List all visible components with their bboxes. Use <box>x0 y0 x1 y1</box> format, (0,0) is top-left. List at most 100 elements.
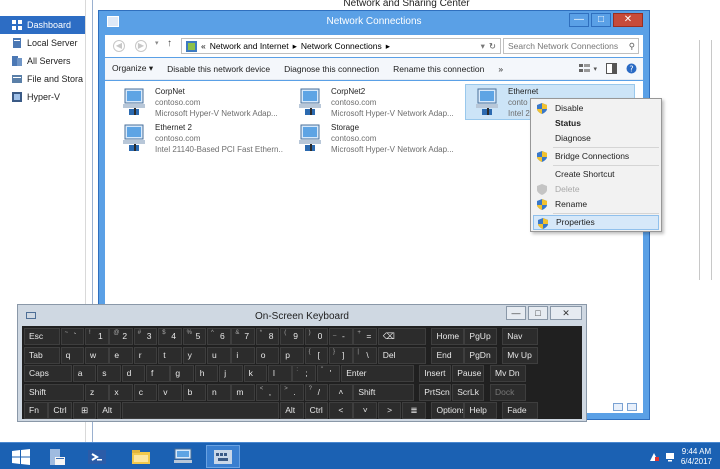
key-esc[interactable]: Esc <box>24 328 60 345</box>
key-mvup[interactable]: Mv Up <box>502 346 539 364</box>
menu-item-rename[interactable]: Rename <box>533 197 659 212</box>
key-o[interactable]: o <box>255 346 280 364</box>
disable-device-button[interactable]: Disable this network device <box>160 64 277 74</box>
key-bsl[interactable]: \ | <box>353 346 377 364</box>
taskbar-on-screen-keyboard[interactable] <box>206 445 240 468</box>
key-pgdn[interactable]: PgDn <box>464 346 497 364</box>
taskbar-network-connections[interactable] <box>166 445 200 468</box>
key-semi[interactable]: ;: <box>292 365 316 382</box>
key-m[interactable]: m <box>231 383 255 401</box>
key-z[interactable]: z <box>85 383 109 401</box>
key-w[interactable]: w <box>85 346 109 364</box>
sidebar-item-file-storage[interactable]: File and Stora <box>0 70 85 88</box>
key-ctrl2[interactable]: Ctrl <box>304 402 329 419</box>
key-k6[interactable]: 6 ^ <box>207 328 231 345</box>
key-k8[interactable]: 8 * <box>255 328 280 345</box>
key-y[interactable]: y <box>182 346 207 364</box>
key-menu[interactable]: ≣ <box>402 402 426 419</box>
diagnose-connection-button[interactable]: Diagnose this connection <box>277 64 386 74</box>
key-v[interactable]: v <box>158 383 182 401</box>
key-minus[interactable]: - _ <box>329 328 353 345</box>
key-left[interactable]: ˂ <box>329 402 353 419</box>
key-home[interactable]: Home <box>431 328 464 345</box>
more-commands-button[interactable]: » <box>491 64 510 74</box>
breadcrumb-separator-icon[interactable]: ▸ <box>293 41 297 52</box>
key-k1[interactable]: 1! <box>85 328 109 345</box>
key-q[interactable]: q <box>60 346 85 364</box>
connection-item-ethernet-2[interactable]: Ethernet 2 contoso.com Intel 21140-Based… <box>113 121 283 157</box>
key-scrlk[interactable]: ScrLk <box>452 383 485 401</box>
sidebar-item-local-server[interactable]: Local Server <box>0 34 85 52</box>
connection-item-corpnet[interactable]: CorpNet contoso.com Microsoft Hyper-V Ne… <box>113 85 283 121</box>
key-win[interactable]: ⊞ <box>72 402 97 419</box>
key-help[interactable]: Help <box>464 402 497 419</box>
organize-button[interactable]: Organize ▾ <box>105 63 160 74</box>
key-h[interactable]: h <box>194 365 219 382</box>
key-b[interactable]: b <box>182 383 207 401</box>
key-fn[interactable]: Fn <box>24 402 48 419</box>
key-caps[interactable]: Caps <box>24 365 72 382</box>
breadcrumb-network-connections[interactable]: Network Connections <box>301 41 382 51</box>
key-n[interactable]: n <box>207 383 231 401</box>
menu-item-disable[interactable]: Disable <box>533 101 659 116</box>
key-alt2[interactable]: Alt <box>280 402 304 419</box>
breadcrumb-overflow[interactable]: « <box>201 41 206 51</box>
key-down[interactable]: ˅ <box>353 402 377 419</box>
key-ctrl[interactable]: Ctrl <box>48 402 72 419</box>
key-apos[interactable]: ' " <box>316 365 341 382</box>
key-a[interactable]: a <box>72 365 97 382</box>
start-button[interactable] <box>4 445 38 468</box>
key-s[interactable]: s <box>97 365 121 382</box>
key-k7[interactable]: 7 & <box>231 328 255 345</box>
minimize-button[interactable]: — <box>506 306 526 320</box>
search-input[interactable]: Search Network Connections ⚲ <box>503 38 639 54</box>
key-g[interactable]: g <box>170 365 194 382</box>
key-e[interactable]: e <box>109 346 133 364</box>
help-icon[interactable]: ? <box>626 63 637 74</box>
refresh-icon[interactable]: ↻ <box>489 41 496 52</box>
key-nav[interactable]: Nav <box>502 328 539 345</box>
large-icons-view-icon[interactable] <box>627 403 637 411</box>
key-equal[interactable]: = + <box>353 328 377 345</box>
rename-connection-button[interactable]: Rename this connection <box>386 64 491 74</box>
key-k4[interactable]: 4 $ <box>158 328 182 345</box>
key-period[interactable]: . > <box>280 383 304 401</box>
action-center-icon[interactable] <box>649 452 659 462</box>
title-bar[interactable]: Network Connections — □ ✕ <box>99 11 649 33</box>
menu-item-bridge-connections[interactable]: Bridge Connections <box>533 149 659 164</box>
key-k2[interactable]: 2 @ <box>109 328 133 345</box>
key-fade[interactable]: Fade <box>502 402 539 419</box>
key-rbr[interactable]: ]} <box>329 346 353 364</box>
key-x[interactable]: x <box>109 383 133 401</box>
key-r[interactable]: r <box>133 346 158 364</box>
key-bksp[interactable]: ⌫ <box>377 328 426 345</box>
key-k3[interactable]: 3 # <box>133 328 158 345</box>
view-dropdown-icon[interactable]: ▾ <box>593 65 597 73</box>
key-p[interactable]: p <box>280 346 304 364</box>
menu-item-status[interactable]: Status <box>533 116 659 131</box>
key-up[interactable]: ˄ <box>329 383 353 401</box>
key-k9[interactable]: 9( <box>280 328 304 345</box>
key-options[interactable]: Options <box>431 402 464 419</box>
details-view-icon[interactable] <box>613 403 623 411</box>
sidebar-item-all-servers[interactable]: All Servers <box>0 52 85 70</box>
view-options-icon[interactable] <box>579 63 591 74</box>
key-c[interactable]: c <box>133 383 158 401</box>
clock[interactable]: 9:44 AM 6/4/2017 <box>681 447 712 467</box>
key-comma[interactable]: , < <box>255 383 280 401</box>
key-slash[interactable]: /? <box>304 383 329 401</box>
key-f[interactable]: f <box>146 365 170 382</box>
key-prtscn[interactable]: PrtScn <box>419 383 452 401</box>
key-i[interactable]: i <box>231 346 255 364</box>
forward-button[interactable]: ▶ <box>135 40 147 52</box>
key-right[interactable]: ˃ <box>377 402 402 419</box>
taskbar-powershell[interactable] <box>80 445 114 468</box>
sidebar-item-dashboard[interactable]: Dashboard <box>0 16 85 34</box>
address-box[interactable]: « Network and Internet ▸ Network Connect… <box>181 38 501 54</box>
taskbar-server-manager[interactable] <box>40 445 74 468</box>
key-pgup[interactable]: PgUp <box>464 328 497 345</box>
menu-item-diagnose[interactable]: Diagnose <box>533 131 659 146</box>
key-k5[interactable]: 5% <box>182 328 207 345</box>
key-u[interactable]: u <box>207 346 231 364</box>
key-mvdn[interactable]: Mv Dn <box>490 365 526 382</box>
